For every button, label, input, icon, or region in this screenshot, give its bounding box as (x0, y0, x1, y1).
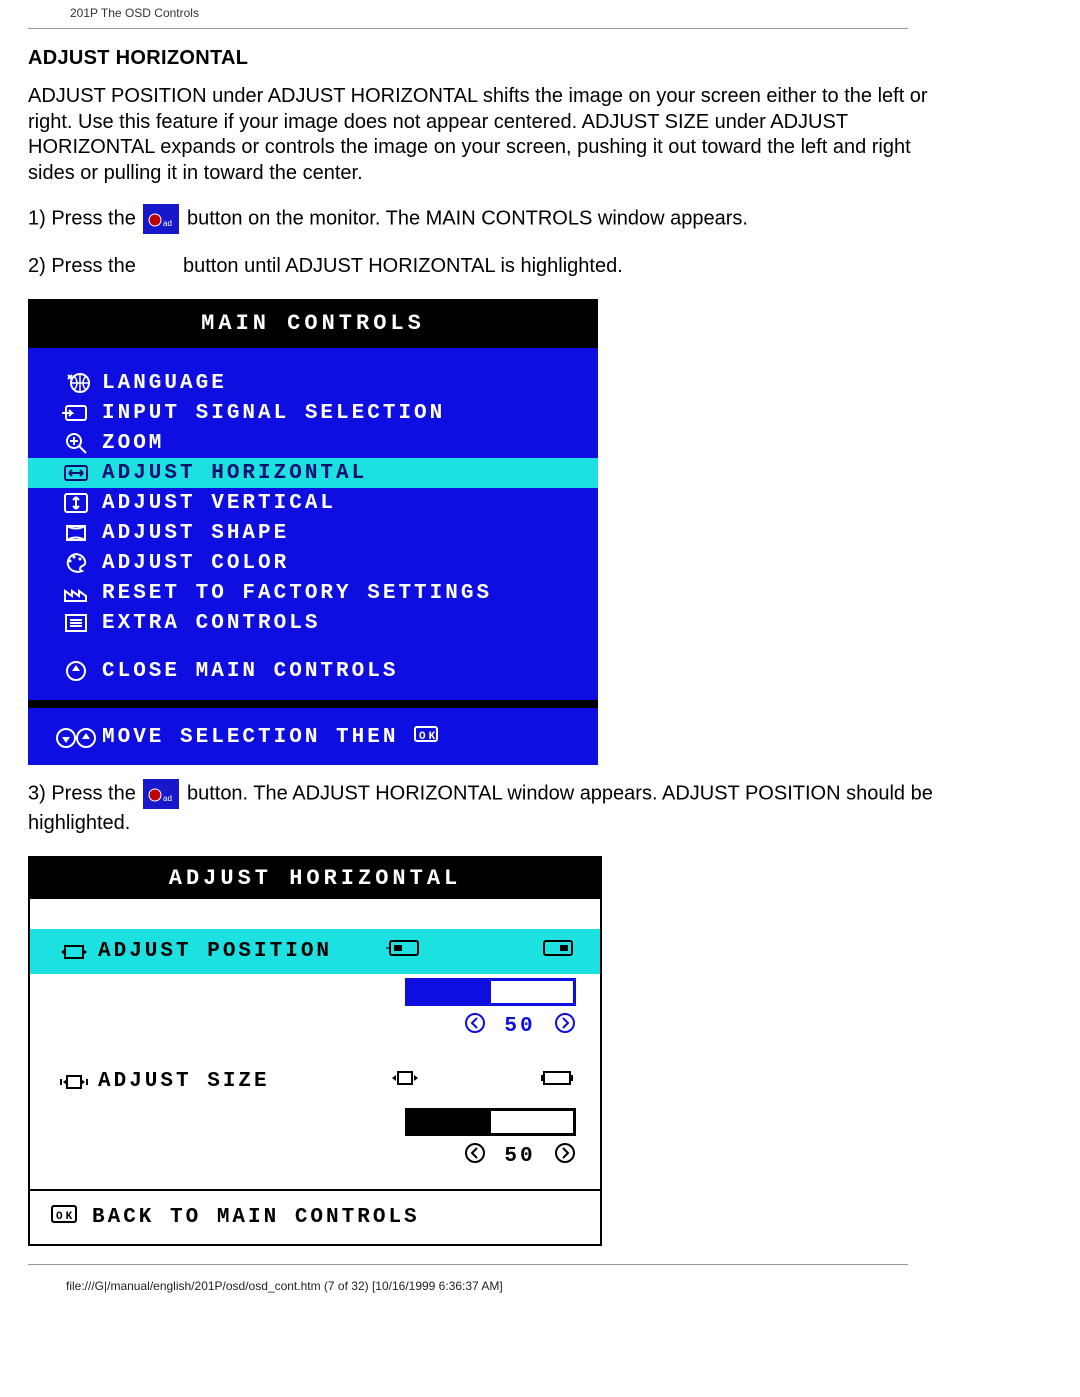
divider (28, 28, 908, 29)
menu-item-adjust-shape[interactable]: ADJUST SHAPE (28, 518, 598, 548)
adjust-horizontal-panel: ADJUST HORIZONTAL ADJUST POSITION 50 (28, 856, 602, 1246)
menu-item-input-signal[interactable]: INPUT SIGNAL SELECTION (28, 398, 598, 428)
menu-item-reset[interactable]: RESET TO FACTORY SETTINGS (28, 578, 598, 608)
menu-label: EXTRA CONTROLS (102, 612, 320, 635)
position-icon (50, 940, 98, 964)
menu-label: RESET TO FACTORY SETTINGS (102, 582, 492, 605)
ok-icon: OK (412, 722, 440, 753)
list-icon (50, 611, 102, 635)
ok-button-icon: ad (143, 204, 179, 234)
main-controls-panel: MAIN CONTROLS LANGUAGE INPUT SIGNAL SELE… (28, 299, 598, 765)
menu-item-extra-controls[interactable]: EXTRA CONTROLS (28, 608, 598, 638)
position-bar (30, 974, 600, 1010)
menu-label: ADJUST COLOR (102, 552, 289, 575)
left-arrow-icon[interactable] (464, 1012, 486, 1041)
size-bar (30, 1104, 600, 1140)
shape-icon (50, 521, 102, 545)
row-adjust-position[interactable]: ADJUST POSITION (30, 929, 600, 974)
page-header: 201P The OSD Controls (70, 6, 1052, 20)
file-path-footer: file:///G|/manual/english/201P/osd/osd_c… (66, 1279, 1052, 1293)
svg-text:ad: ad (163, 219, 172, 228)
menu-label: ADJUST HORIZONTAL (102, 462, 367, 485)
step-1: 1) Press the ad button on the monitor. T… (28, 204, 948, 234)
step1-text-b: button on the monitor. The MAIN CONTROLS… (187, 208, 748, 230)
close-icon (50, 659, 102, 683)
up-down-icon (50, 726, 102, 750)
menu-item-adjust-horizontal[interactable]: ADJUST HORIZONTAL (28, 458, 598, 488)
factory-icon (50, 581, 102, 605)
row-label: ADJUST POSITION (98, 940, 388, 963)
menu-item-adjust-vertical[interactable]: ADJUST VERTICAL (28, 488, 598, 518)
right-arrow-icon[interactable] (554, 1012, 576, 1041)
row-adjust-size[interactable]: ADJUST SIZE (30, 1059, 600, 1104)
step2-text-a: 2) Press the (28, 255, 141, 277)
step-2: 2) Press the button until ADJUST HORIZON… (28, 252, 948, 281)
menu-label: INPUT SIGNAL SELECTION (102, 402, 445, 425)
menu-item-zoom[interactable]: ZOOM (28, 428, 598, 458)
menu-label: CLOSE MAIN CONTROLS (102, 660, 398, 683)
wide-icon (540, 1067, 574, 1096)
menu-label: ADJUST VERTICAL (102, 492, 336, 515)
step-3: 3) Press the ad button. The ADJUST HORIZ… (28, 779, 948, 838)
position-value: 50 (500, 1015, 540, 1038)
menu-label: LANGUAGE (102, 372, 227, 395)
main-controls-footer: MOVE SELECTION THEN OK (28, 708, 598, 765)
menu-item-adjust-color[interactable]: ADJUST COLOR (28, 548, 598, 578)
intro-paragraph: ADJUST POSITION under ADJUST HORIZONTAL … (28, 84, 948, 186)
step2-text-b: button until ADJUST HORIZONTAL is highli… (183, 255, 623, 277)
narrow-icon (388, 1067, 422, 1096)
horizontal-icon (50, 461, 102, 485)
vertical-icon (50, 491, 102, 515)
ok-icon: OK (50, 1203, 78, 1232)
row-label: ADJUST SIZE (98, 1070, 388, 1093)
section-title: ADJUST HORIZONTAL (28, 47, 1052, 70)
footer-text: MOVE SELECTION THEN (102, 726, 398, 749)
position-value-row: 50 (30, 1010, 600, 1059)
menu-item-language[interactable]: LANGUAGE (28, 368, 598, 398)
size-value: 50 (500, 1145, 540, 1168)
shift-left-icon (388, 937, 422, 966)
main-controls-title: MAIN CONTROLS (28, 299, 598, 348)
right-arrow-icon[interactable] (554, 1142, 576, 1171)
svg-text:OK: OK (56, 1211, 75, 1223)
palette-icon (50, 551, 102, 575)
globe-icon (50, 371, 102, 395)
step3-text-a: 3) Press the (28, 783, 141, 805)
adjust-horizontal-title: ADJUST HORIZONTAL (30, 858, 600, 899)
footer-text: BACK TO MAIN CONTROLS (92, 1206, 420, 1229)
left-arrow-icon[interactable] (464, 1142, 486, 1171)
adjust-horizontal-footer[interactable]: OK BACK TO MAIN CONTROLS (30, 1189, 600, 1244)
divider (28, 1264, 908, 1265)
step1-text-a: 1) Press the (28, 208, 141, 230)
zoom-icon (50, 431, 102, 455)
size-icon (50, 1070, 98, 1094)
input-icon (50, 401, 102, 425)
shift-right-icon (540, 937, 574, 966)
menu-item-close[interactable]: CLOSE MAIN CONTROLS (28, 656, 598, 686)
ok-button-icon: ad (143, 779, 179, 809)
svg-text:OK: OK (419, 731, 438, 743)
size-value-row: 50 (30, 1140, 600, 1189)
svg-text:ad: ad (163, 794, 172, 803)
menu-label: ZOOM (102, 432, 164, 455)
menu-label: ADJUST SHAPE (102, 522, 289, 545)
